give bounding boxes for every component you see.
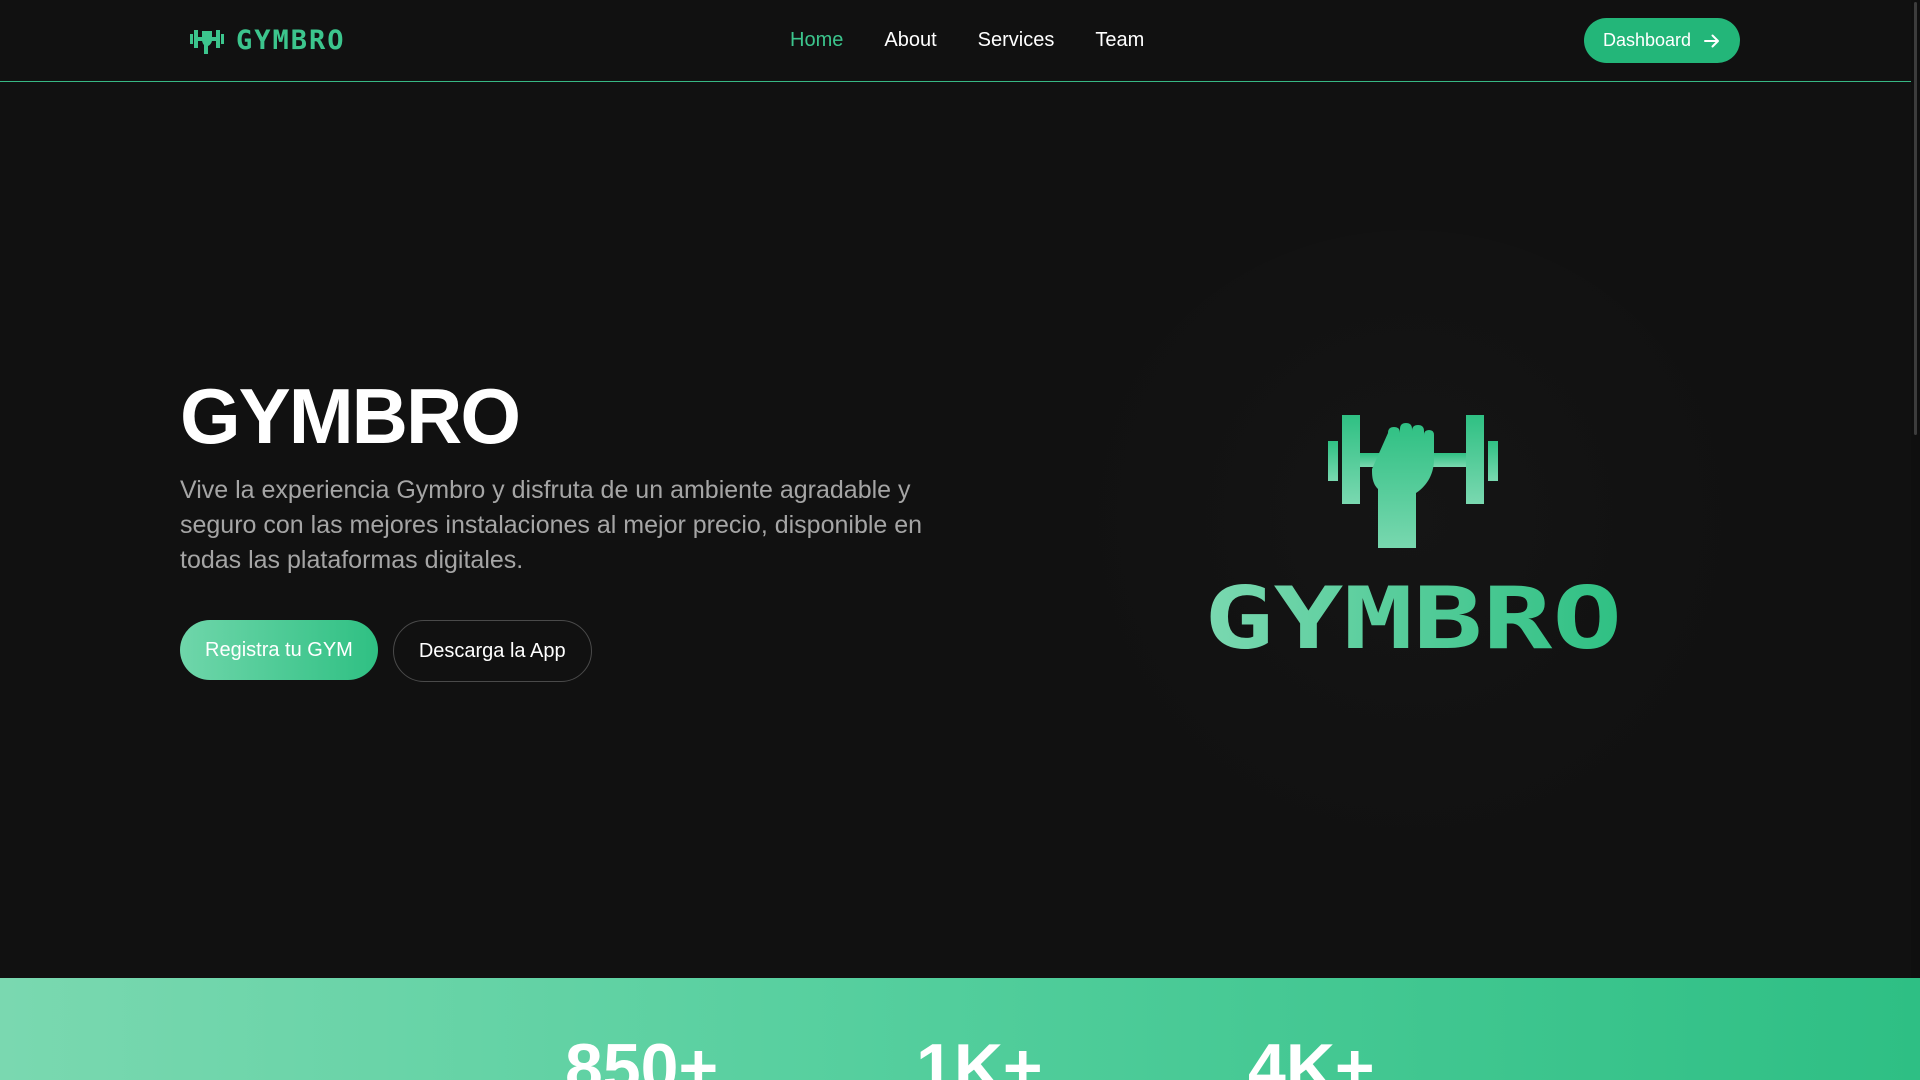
page: GYMBRO Home About Services Team Dashboar…	[0, 0, 1920, 1080]
brand-name: GYMBRO	[236, 24, 346, 56]
brand-link[interactable]: GYMBRO	[190, 24, 346, 56]
hero-buttons: Registra tu GYM Descarga la App	[180, 620, 592, 682]
navbar: GYMBRO Home About Services Team Dashboar…	[0, 0, 1911, 82]
nav-link-services[interactable]: Services	[978, 29, 1055, 52]
dashboard-button-label: Dashboard	[1602, 30, 1692, 50]
stats-band: 850+ 1K+ 4K+	[0, 978, 1920, 1080]
nav-links: Home About Services Team	[790, 25, 1144, 55]
hero-description: Vive la experiencia Gymbro y disfruta de…	[180, 476, 923, 574]
nav-link-team[interactable]: Team	[1095, 29, 1144, 52]
stat-members: 850+	[565, 1030, 719, 1080]
nav-link-about[interactable]: About	[884, 29, 936, 52]
stat-users: 1K+	[916, 1030, 1043, 1080]
download-app-button[interactable]: Descarga la App	[392, 620, 592, 682]
nav-link-home[interactable]: Home	[790, 29, 843, 52]
register-gym-button[interactable]: Registra tu GYM	[180, 620, 378, 680]
stat-downloads: 4K+	[1248, 1030, 1375, 1080]
dumbbell-fist-icon	[1328, 415, 1498, 548]
dumbbell-fist-icon	[190, 30, 224, 54]
arrow-right-icon	[1704, 34, 1720, 47]
dashboard-button[interactable]: Dashboard	[1584, 18, 1740, 63]
hero-logo-wordmark: GYMBRO	[1204, 570, 1622, 660]
hero-logo-text: GYMBRO	[1204, 570, 1622, 660]
scrollbar-thumb[interactable]	[1914, 2, 1917, 435]
hero-title: GYMBRO	[180, 372, 521, 460]
